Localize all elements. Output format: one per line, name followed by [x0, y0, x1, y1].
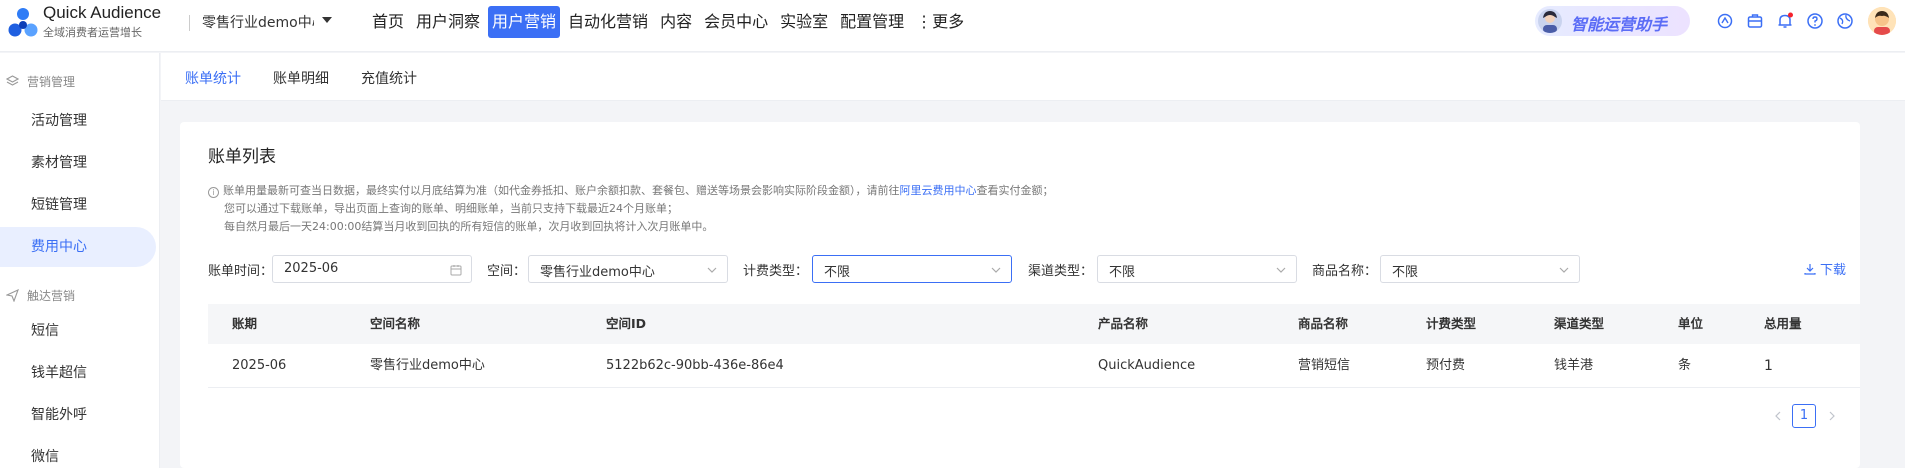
page-title: 账单列表 [208, 147, 276, 167]
nav-lab[interactable]: 实验室 [776, 6, 832, 38]
column-header-product-name: 产品名称 [1098, 316, 1149, 331]
sub-tabs: 账单统计 账单明细 充值统计 [161, 53, 1905, 101]
sidebar-item-wechat[interactable]: 微信 [0, 437, 156, 468]
table-row: 2025-06 零售行业demo中心 5122b62c-90bb-436e-86… [208, 344, 1860, 388]
bill-list-card: 账单列表 i 账单用量最新可查当日数据，最终实付以月底结算为准（如代金券抵扣、账户… [180, 122, 1860, 468]
download-icon [1804, 263, 1816, 275]
bill-table: 账期 空间名称 空间ID 产品名称 商品名称 计费类型 渠道类型 单位 总用量 … [208, 304, 1860, 388]
sidebar: 营销管理 活动管理 素材管理 短链管理 费用中心 触达营销 短信 钱羊超信 智能… [0, 53, 160, 468]
nav-user-insight[interactable]: 用户洞察 [412, 6, 484, 38]
cell-product-name: QuickAudience [1098, 358, 1196, 373]
billing-type-label: 计费类型： [743, 264, 809, 279]
cell-goods-name: 营销短信 [1298, 358, 1351, 373]
assistant-label: 智能运营助手 [1571, 15, 1668, 34]
product-name-label: 商品名称： [1312, 264, 1378, 279]
bell-icon[interactable] [1776, 12, 1794, 30]
help-icon[interactable] [1806, 12, 1824, 30]
channel-type-select[interactable]: 不限 [1097, 255, 1297, 283]
sidebar-group-label: 触达营销 [27, 289, 76, 303]
column-header-channel-type: 渠道类型 [1554, 316, 1605, 331]
space-select[interactable]: 零售行业demo中心 [528, 255, 728, 283]
info-icon: i [208, 187, 219, 198]
assistant-avatar [1538, 9, 1562, 33]
ai-icon[interactable] [1716, 12, 1734, 30]
column-header-total-usage: 总用量 [1764, 316, 1802, 331]
smart-assistant-button[interactable]: 智能运营助手 [1535, 6, 1690, 36]
prev-page-icon[interactable] [1772, 404, 1784, 428]
column-header-space-name: 空间名称 [370, 316, 421, 331]
nav-automation-marketing[interactable]: 自动化营销 [564, 6, 652, 38]
nav-user-marketing[interactable]: 用户营销 [488, 6, 561, 38]
column-header-billing-type: 计费类型 [1426, 316, 1477, 331]
cell-channel-type: 钱羊港 [1554, 358, 1594, 373]
briefcase-icon[interactable] [1746, 12, 1764, 30]
billing-type-select[interactable]: 不限 [812, 255, 1012, 283]
tab-recharge-statistics[interactable]: 充值统计 [361, 68, 417, 88]
top-header: Quick Audience 全域消费者运营增长 零售行业demo中心 首页 用… [0, 0, 1905, 52]
column-header-period: 账期 [232, 316, 258, 331]
sidebar-item-material-management[interactable]: 素材管理 [0, 143, 156, 183]
sidebar-group-label: 营销管理 [27, 75, 76, 89]
calendar-icon [450, 265, 462, 276]
header-divider [189, 15, 190, 31]
sidebar-item-smart-call[interactable]: 智能外呼 [0, 395, 156, 435]
workspace-selector[interactable]: 零售行业demo中心 [202, 12, 314, 32]
nav-content[interactable]: 内容 [656, 6, 696, 38]
aliyun-cost-center-link[interactable]: 阿里云费用中心 [900, 184, 977, 197]
channel-type-label: 渠道类型： [1028, 264, 1094, 279]
notice-text: i 账单用量最新可查当日数据，最终实付以月底结算为准（如代金券抵扣、账户余额扣款、… [208, 182, 1054, 236]
cell-unit: 条 [1678, 358, 1692, 373]
sidebar-item-cost-center[interactable]: 费用中心 [0, 227, 156, 267]
sidebar-group-marketing-management: 营销管理 [6, 73, 75, 90]
nav-member-center[interactable]: 会员中心 [700, 6, 772, 38]
next-page-icon[interactable] [1826, 404, 1838, 428]
cell-total-usage: 1 [1764, 358, 1773, 374]
sidebar-item-sms[interactable]: 短信 [0, 311, 156, 351]
cell-billing-type: 预付费 [1426, 358, 1466, 373]
brand-title: Quick Audience [43, 3, 162, 22]
bill-time-picker[interactable]: 2025-06 [272, 255, 472, 283]
space-label: 空间： [487, 264, 527, 279]
user-avatar[interactable] [1868, 7, 1896, 35]
nav-home[interactable]: 首页 [368, 6, 408, 38]
tab-bill-statistics[interactable]: 账单统计 [185, 68, 241, 88]
cell-space-id: 5122b62c-90bb-436e-86e4 [606, 358, 784, 373]
main-nav: 首页 用户洞察 用户营销 自动化营销 内容 会员中心 实验室 配置管理 ⋮更多 [368, 6, 972, 38]
brand-subtitle: 全域消费者运营增长 [43, 26, 142, 39]
caret-down-icon[interactable] [322, 17, 332, 23]
chevron-down-icon [991, 267, 1001, 273]
product-name-select[interactable]: 不限 [1380, 255, 1580, 283]
page-number-current[interactable]: 1 [1792, 404, 1816, 428]
download-button[interactable]: 下载 [1804, 259, 1846, 278]
sidebar-group-reach-marketing: 触达营销 [6, 287, 75, 304]
chevron-down-icon [1276, 267, 1286, 273]
chevron-down-icon [1559, 267, 1569, 273]
chevron-down-icon [707, 267, 717, 273]
bill-time-label: 账单时间： [208, 264, 274, 279]
column-header-goods-name: 商品名称 [1298, 316, 1349, 331]
quick-audience-logo[interactable] [8, 6, 38, 40]
cell-period: 2025-06 [232, 358, 287, 373]
cell-space-name: 零售行业demo中心 [370, 358, 485, 373]
sidebar-item-shortlink-management[interactable]: 短链管理 [0, 185, 156, 225]
sidebar-item-activity-management[interactable]: 活动管理 [0, 101, 156, 141]
table-header: 账期 空间名称 空间ID 产品名称 商品名称 计费类型 渠道类型 单位 总用量 [208, 304, 1860, 344]
tab-bill-details[interactable]: 账单明细 [273, 68, 329, 88]
sidebar-item-super-sms[interactable]: 钱羊超信 [0, 353, 156, 393]
layers-icon [6, 75, 19, 86]
column-header-unit: 单位 [1678, 316, 1704, 331]
globe-icon[interactable] [1836, 12, 1854, 30]
send-icon [6, 289, 19, 302]
nav-config[interactable]: 配置管理 [836, 6, 908, 38]
nav-more[interactable]: ⋮更多 [912, 6, 968, 38]
column-header-space-id: 空间ID [606, 316, 647, 331]
